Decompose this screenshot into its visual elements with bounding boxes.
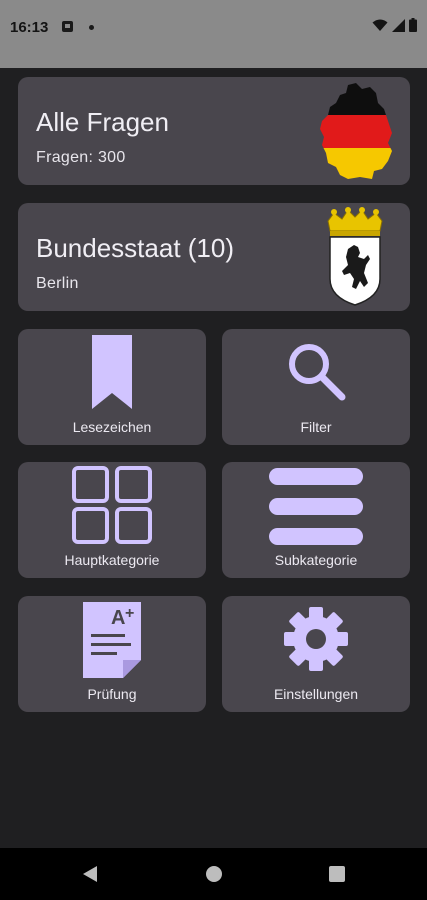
germany-flag-map-icon <box>320 83 392 179</box>
bookmarks-label: Lesezeichen <box>72 419 152 435</box>
search-icon <box>289 344 346 401</box>
filter-tile[interactable]: Filter <box>222 329 410 445</box>
federal-state-name: Berlin <box>36 275 79 292</box>
all-questions-card[interactable]: Alle Fragen Fragen: 300 <box>18 77 410 185</box>
grid-icon <box>72 466 152 544</box>
gear-icon <box>284 607 348 671</box>
main-category-tile[interactable]: Hauptkategorie <box>18 462 206 578</box>
federal-state-card[interactable]: Bundesstaat (10) Berlin <box>18 203 410 311</box>
back-button[interactable] <box>60 848 120 900</box>
settings-tile[interactable]: Einstellungen <box>222 596 410 712</box>
bookmark-icon <box>92 335 132 409</box>
home-button[interactable] <box>184 848 244 900</box>
bookmarks-tile[interactable]: Lesezeichen <box>18 329 206 445</box>
graded-document-icon: A + <box>83 602 141 678</box>
berlin-coat-of-arms-icon <box>327 207 383 306</box>
svg-text:+: + <box>125 605 134 622</box>
all-questions-title: Alle Fragen <box>36 107 169 137</box>
filter-label: Filter <box>300 419 332 435</box>
status-time: 16:13 <box>10 19 49 36</box>
exam-tile[interactable]: A + Prüfung <box>18 596 206 712</box>
signal-icon <box>392 18 405 32</box>
all-questions-count: Fragen: 300 <box>36 149 126 166</box>
notification-icon <box>62 21 73 32</box>
home-icon <box>206 866 222 882</box>
sub-category-label: Subkategorie <box>274 552 358 568</box>
federal-state-title: Bundesstaat (10) <box>36 233 235 263</box>
sub-category-tile[interactable]: Subkategorie <box>222 462 410 578</box>
app-screen: 16:13 Alle Fragen Fragen: 300 Bundesstaa… <box>0 0 427 900</box>
back-icon <box>83 866 97 882</box>
status-bar: 16:13 <box>0 0 427 68</box>
main-category-label: Hauptkategorie <box>64 552 160 568</box>
battery-icon <box>409 18 417 32</box>
recents-button[interactable] <box>307 848 367 900</box>
svg-text:A: A <box>111 607 125 629</box>
system-nav-bar <box>0 848 427 900</box>
status-icons <box>372 18 417 32</box>
recents-icon <box>329 866 345 882</box>
settings-label: Einstellungen <box>273 686 359 702</box>
notification-dot-icon <box>89 25 94 30</box>
exam-label: Prüfung <box>87 686 137 702</box>
wifi-icon <box>372 19 388 31</box>
list-icon <box>269 468 363 545</box>
